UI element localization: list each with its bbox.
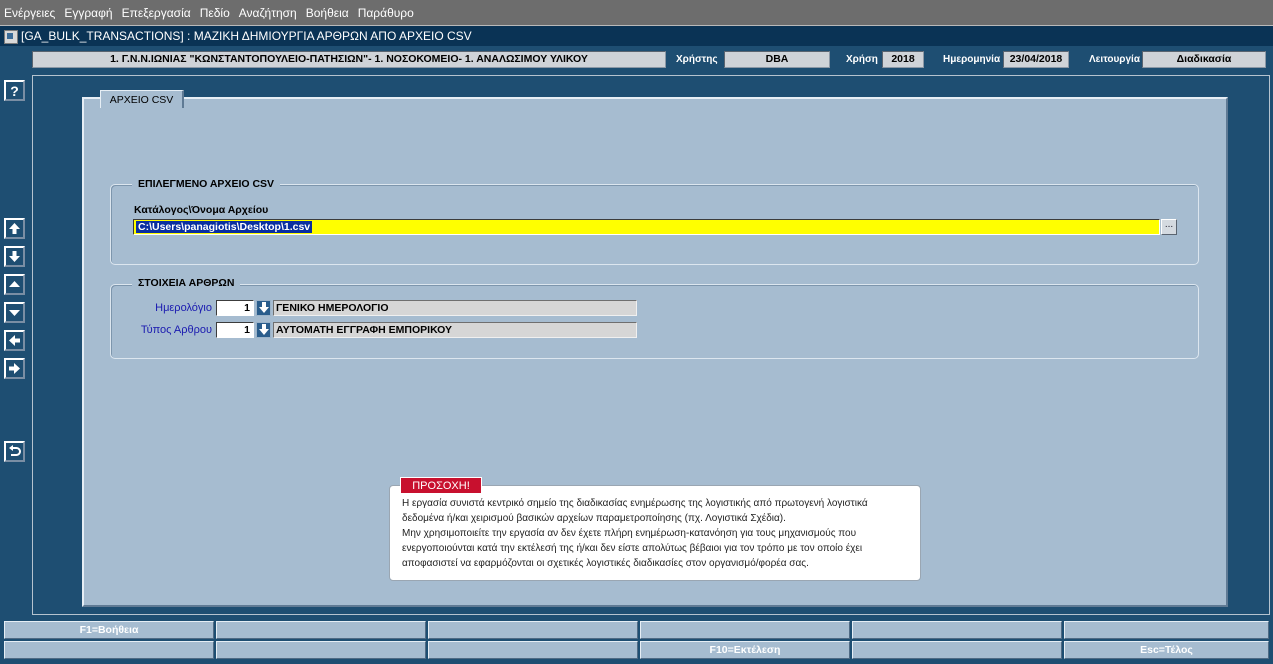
file-path-value: C:\Users\panagiotis\Desktop\1.csv <box>136 221 313 233</box>
selected-file-legend: ΕΠΙΛΕΓΜΕΝΟ ΑΡΧΕΙΟ CSV <box>132 178 281 190</box>
date-field: 23/04/2018 <box>1003 51 1069 68</box>
function-key-empty <box>216 641 426 659</box>
triangle-down-icon <box>9 310 20 316</box>
help-button[interactable]: ? <box>4 80 25 101</box>
warning-line: Μην χρησιμοποιείτε την εργασία αν δεν έχ… <box>402 528 857 539</box>
user-field: DBA <box>724 51 830 68</box>
previous-block-button[interactable] <box>4 330 25 351</box>
next-block-button[interactable] <box>4 358 25 379</box>
journal-code-input[interactable]: 1 <box>216 300 254 316</box>
undo-icon <box>9 445 21 456</box>
year-label: Χρήση <box>846 54 878 65</box>
entries-legend: ΣΤΟΙΧΕΙΑ ΑΡΘΡΩΝ <box>132 277 241 289</box>
function-key-empty <box>216 621 426 639</box>
menu-bar: Ενέργειες Εγγραφή Επεξεργασία Πεδίο Αναζ… <box>0 0 1273 25</box>
esc-exit-key[interactable]: Esc=Τέλος <box>1064 641 1269 659</box>
arrow-down-icon <box>258 302 269 313</box>
tab-csv-file[interactable]: ΑΡΧΕΙΟ CSV <box>100 90 184 108</box>
arrow-down-icon <box>9 251 20 262</box>
warning-title: ΠΡΟΣΟΧΗ! <box>400 477 482 494</box>
arrow-down-icon <box>258 324 269 335</box>
menu-help[interactable]: Βοήθεια <box>306 6 349 20</box>
warning-line: αποφασιστεί να εφαρμόζονται οι σχετικές … <box>402 558 809 569</box>
entry-type-name-field: ΑΥΤΟΜΑΤΗ ΕΓΓΡΑΦΗ ΕΜΠΟΡΙΚΟΥ <box>273 322 637 338</box>
app-window-icon <box>3 28 19 44</box>
entry-type-label: Τύπος Αρθρου <box>140 324 212 336</box>
journal-label: Ημερολόγιο <box>155 302 212 314</box>
menu-edit[interactable]: Επεξεργασία <box>122 6 191 20</box>
file-path-label: Κατάλογος\Όνομα Αρχείου <box>134 204 269 216</box>
undo-button[interactable] <box>4 441 25 462</box>
function-field: Διαδικασία <box>1142 51 1266 68</box>
entry-type-lov-button[interactable] <box>256 322 271 338</box>
menu-field[interactable]: Πεδίο <box>200 6 230 20</box>
arrow-up-icon <box>9 223 20 234</box>
date-label: Ημερομηνία <box>943 54 1001 65</box>
file-path-input[interactable]: C:\Users\panagiotis\Desktop\1.csv <box>133 219 1160 235</box>
warning-line: ενεργοποιούνται κατά την εκτέλεσή της ή/… <box>402 543 863 554</box>
triangle-up-icon <box>9 281 20 287</box>
function-key-empty <box>852 641 1062 659</box>
previous-record-button[interactable] <box>4 274 25 295</box>
window-title-bar: [GA_BULK_TRANSACTIONS] : ΜΑΖΙΚΗ ΔΗΜΙΟΥΡΓ… <box>0 25 1273 46</box>
year-field: 2018 <box>882 51 924 68</box>
function-label: Λειτουργία <box>1089 54 1140 65</box>
last-record-button[interactable] <box>4 246 25 267</box>
function-key-empty <box>1064 621 1269 639</box>
header-info-bar: 1. Γ.Ν.Ν.ΙΩΝΙΑΣ "ΚΩΝΣΤΑΝΤΟΠΟΥΛΕΙΟ-ΠΑΤΗΣΙ… <box>0 46 1273 72</box>
help-icon: ? <box>10 82 19 99</box>
arrow-right-icon <box>9 363 20 374</box>
window-title: [GA_BULK_TRANSACTIONS] : ΜΑΖΙΚΗ ΔΗΜΙΟΥΡΓ… <box>21 29 472 43</box>
user-label: Χρήστης <box>676 54 718 65</box>
function-key-empty <box>428 641 638 659</box>
journal-name-field: ΓΕΝΙΚΟ ΗΜΕΡΟΛΟΓΙΟ <box>273 300 637 316</box>
function-key-empty <box>852 621 1062 639</box>
entry-type-code-input[interactable]: 1 <box>216 322 254 338</box>
menu-record[interactable]: Εγγραφή <box>64 6 112 20</box>
organization-field: 1. Γ.Ν.Ν.ΙΩΝΙΑΣ "ΚΩΝΣΤΑΝΤΟΠΟΥΛΕΙΟ-ΠΑΤΗΣΙ… <box>32 51 666 68</box>
warning-line: Η εργασία συνιστά κεντρικό σημείο της δι… <box>402 498 868 509</box>
menu-search[interactable]: Αναζήτηση <box>239 6 297 20</box>
f1-help-key[interactable]: F1=Βοήθεια <box>4 621 214 639</box>
menu-actions[interactable]: Ενέργειες <box>4 6 55 20</box>
journal-lov-button[interactable] <box>256 300 271 316</box>
first-record-button[interactable] <box>4 218 25 239</box>
function-key-empty <box>640 621 850 639</box>
warning-line: δεδομένα ή/και χειρισμού βασικών αρχείων… <box>402 513 786 524</box>
menu-window[interactable]: Παράθυρο <box>358 6 414 20</box>
arrow-left-icon <box>9 335 20 346</box>
function-key-empty <box>4 641 214 659</box>
next-record-button[interactable] <box>4 302 25 323</box>
function-key-empty <box>428 621 638 639</box>
browse-file-button[interactable]: ... <box>1161 219 1177 235</box>
f10-execute-key[interactable]: F10=Εκτέλεση <box>640 641 850 659</box>
